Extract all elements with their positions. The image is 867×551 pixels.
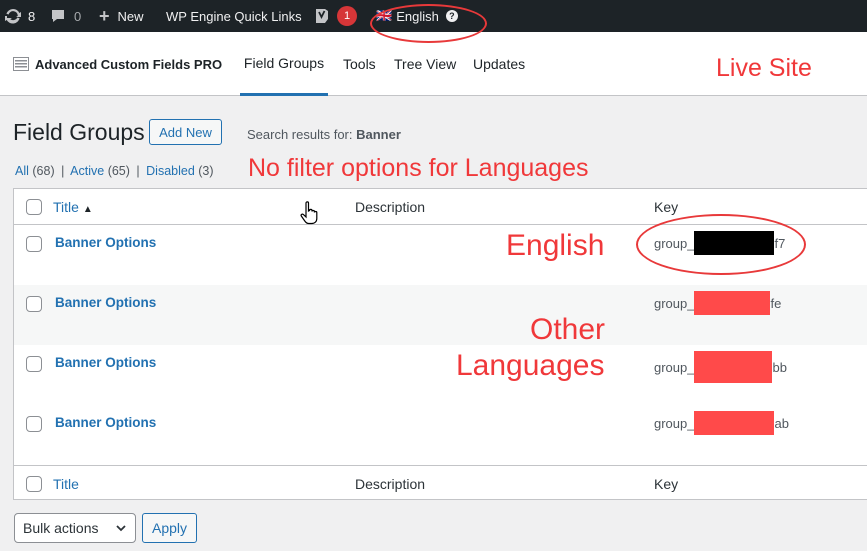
description-header: Description [355, 199, 426, 215]
table-row: Banner Options group_ ab [14, 405, 867, 465]
sort-title-footer[interactable]: Title [53, 476, 79, 492]
annotation-english: English [506, 229, 605, 262]
search-term: Banner [356, 127, 401, 142]
table-row: Banner Options group_ bb [14, 345, 867, 405]
acf-logo-icon [13, 57, 29, 71]
row-checkbox[interactable] [26, 296, 42, 312]
annotation-other: Other [530, 313, 606, 346]
status-filters: All (68) | Active (65) | Disabled (3) [15, 164, 214, 178]
quick-links-item[interactable]: WP Engine Quick Links [166, 0, 302, 32]
updates-item[interactable]: 8 [4, 0, 35, 32]
tab-label: Field Groups [243, 54, 325, 71]
annotation-ellipse-key [636, 214, 806, 275]
key-header: Key [654, 199, 679, 215]
annotation-ellipse-language [370, 4, 487, 43]
yoast-item[interactable]: 1 [313, 0, 357, 32]
separator: | [61, 164, 65, 178]
chevron-down-icon [116, 525, 126, 532]
redacted-block [694, 291, 771, 315]
acf-brand: Advanced Custom Fields PRO [13, 32, 222, 96]
bulk-actions-label: Bulk actions [23, 520, 99, 536]
tab-label: Tools [343, 56, 376, 72]
bulk-actions-select[interactable]: Bulk actions [14, 513, 136, 543]
updates-count: 8 [28, 8, 36, 24]
separator: | [136, 164, 140, 178]
row-checkbox[interactable] [26, 356, 42, 372]
new-item[interactable]: + New [99, 0, 144, 32]
table-row: Banner Options group_ fe [14, 285, 867, 345]
row-key: group_ ab [654, 411, 789, 435]
comment-icon [52, 10, 64, 22]
table-footer: Title Description Key [14, 465, 867, 501]
plus-icon: + [99, 6, 110, 26]
redacted-block [694, 351, 773, 383]
yoast-badge: 1 [337, 6, 357, 26]
filter-all[interactable]: All (68) [15, 164, 55, 178]
row-title-link[interactable]: Banner Options [55, 295, 156, 310]
select-all-checkbox[interactable] [26, 199, 42, 215]
row-title-link[interactable]: Banner Options [55, 415, 156, 430]
comments-item[interactable]: 0 [50, 0, 81, 32]
search-results: Search results for: Banner [247, 127, 401, 142]
tab-tools[interactable]: Tools [343, 32, 376, 96]
page-title: Field Groups [13, 119, 145, 145]
annotation-live-site: Live Site [716, 54, 812, 82]
tab-updates[interactable]: Updates [473, 32, 525, 96]
filter-active[interactable]: Active (65) [70, 164, 130, 178]
annotation-no-filter: No filter options for Languages [248, 154, 589, 182]
tab-label: Tree View [394, 56, 457, 72]
redacted-block [694, 411, 775, 435]
row-key: group_ bb [654, 351, 787, 383]
search-prefix: Search results for: [247, 127, 357, 142]
filter-disabled[interactable]: Disabled (3) [146, 164, 213, 178]
row-title-link[interactable]: Banner Options [55, 235, 156, 250]
new-label: New [117, 8, 144, 24]
row-key: group_ fe [654, 291, 781, 315]
row-title-link[interactable]: Banner Options [55, 355, 156, 370]
add-new-button[interactable]: Add New [149, 119, 222, 145]
comments-count: 0 [74, 8, 82, 24]
tab-label: Updates [473, 56, 526, 72]
apply-button[interactable]: Apply [142, 513, 197, 543]
acf-brand-label: Advanced Custom Fields PRO [35, 56, 223, 72]
key-footer: Key [654, 476, 679, 492]
row-checkbox[interactable] [26, 416, 42, 432]
yoast-icon [316, 9, 328, 23]
refresh-icon [5, 9, 21, 24]
sort-title-header[interactable]: Title ▲ [53, 199, 93, 215]
hand-cursor-icon [300, 201, 318, 225]
tab-field-groups[interactable]: Field Groups [240, 32, 328, 96]
description-footer: Description [355, 476, 426, 492]
row-checkbox[interactable] [26, 236, 42, 252]
annotation-languages: Languages [456, 349, 605, 382]
quick-links-label: WP Engine Quick Links [166, 8, 302, 24]
sort-asc-icon: ▲ [82, 204, 93, 215]
select-all-checkbox-footer[interactable] [26, 476, 42, 492]
